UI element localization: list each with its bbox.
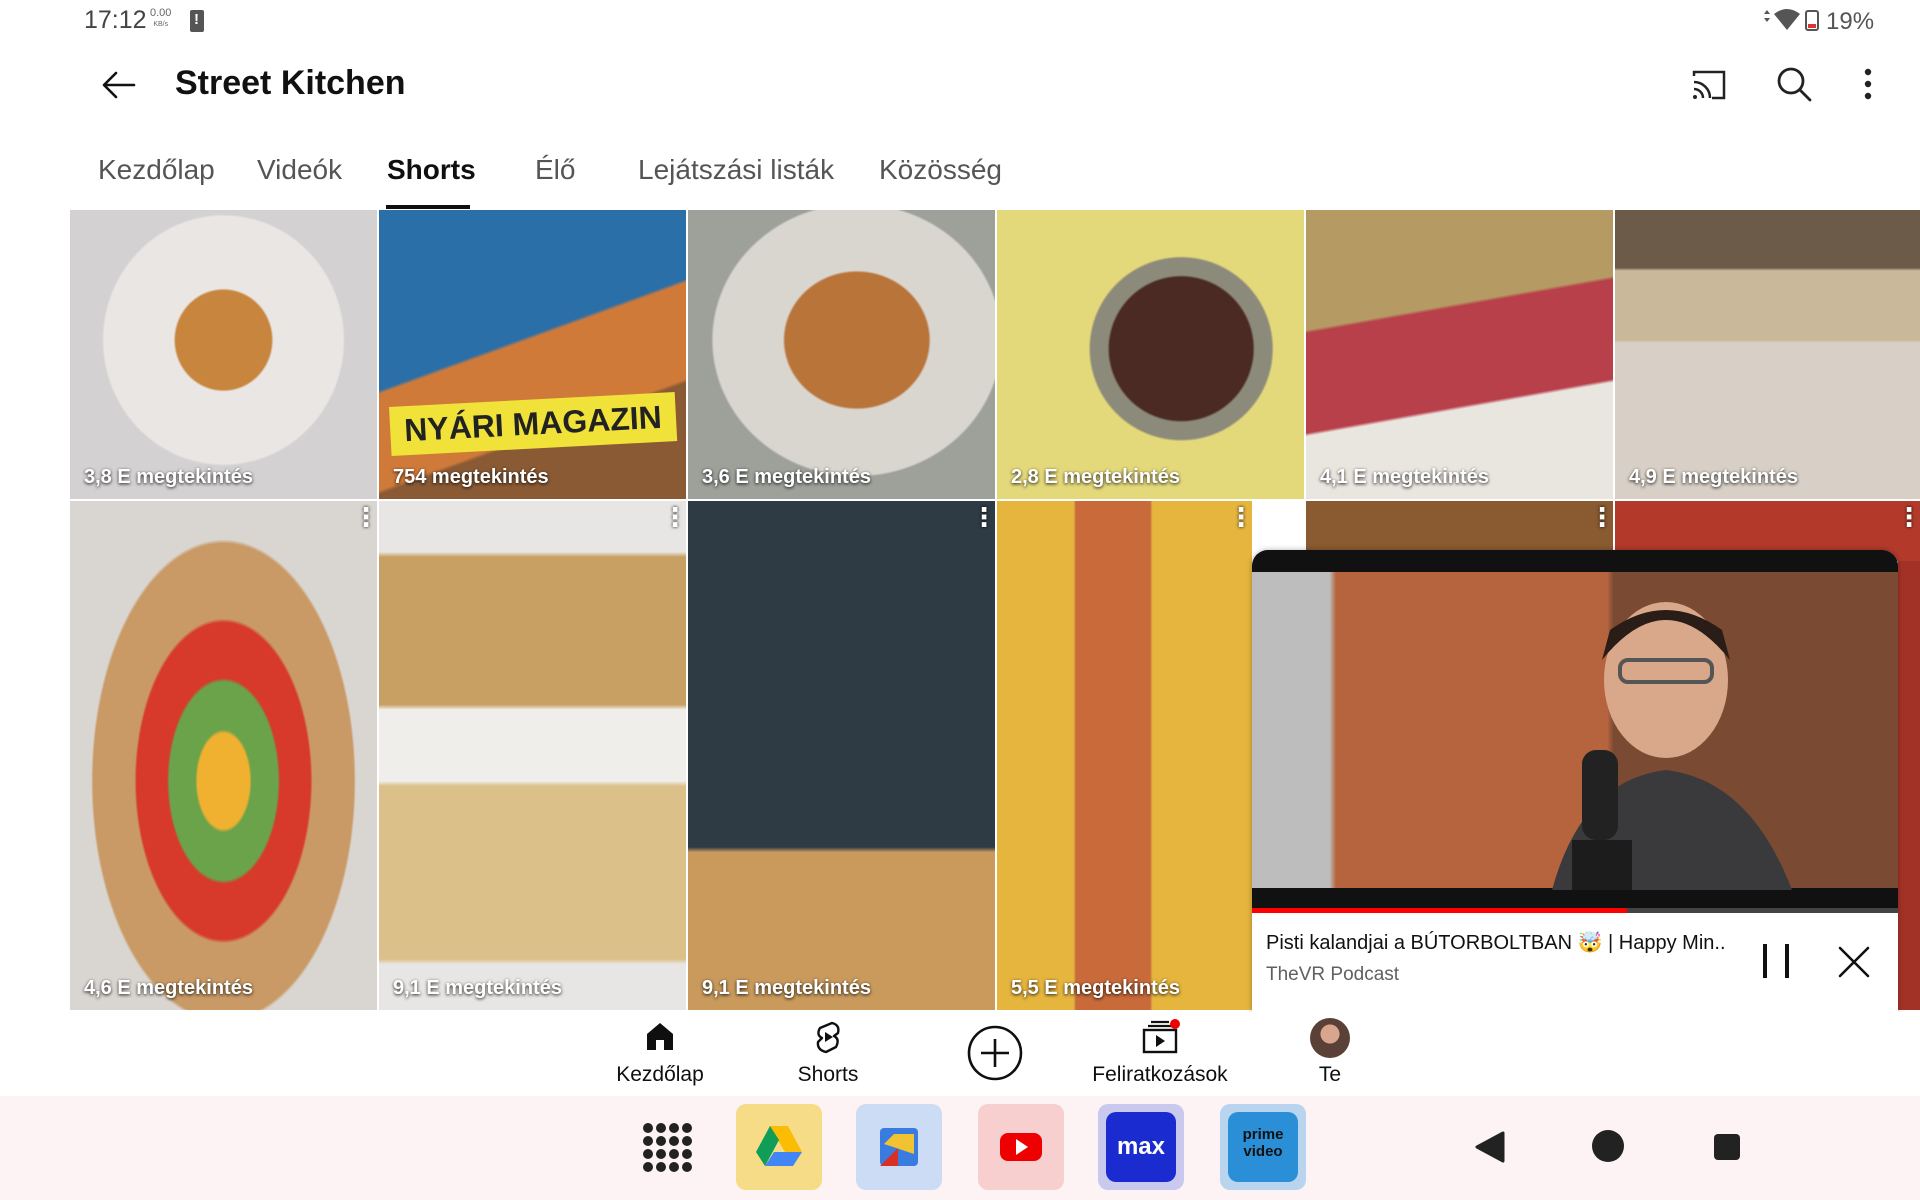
network-speed: 0.00 KB/s: [150, 8, 171, 30]
search-icon: [1777, 67, 1812, 102]
short-tile[interactable]: 4,9 E megtekintés: [1615, 210, 1920, 499]
tab-playlists[interactable]: Lejátszási listák: [638, 154, 834, 186]
short-more-icon[interactable]: ⋮: [1589, 504, 1613, 530]
triangle-back-icon: [1475, 1131, 1505, 1163]
android-taskbar: [0, 1096, 1920, 1200]
max-app[interactable]: max: [1098, 1104, 1184, 1190]
short-view-count: 3,8 E megtekintés: [84, 466, 253, 488]
short-overlay-text: NYÁRI MAGAZIN: [388, 391, 677, 456]
system-recents-icon[interactable]: [1714, 1134, 1740, 1160]
battery-percentage: 19%: [1826, 8, 1875, 35]
short-more-icon[interactable]: ⋮: [353, 504, 377, 530]
files-app[interactable]: [856, 1104, 942, 1190]
nav-create[interactable]: [966, 1012, 1026, 1096]
alert-icon: [190, 10, 204, 32]
create-icon: [967, 1025, 1023, 1081]
network-speed-unit: KB/s: [153, 21, 169, 28]
wifi-battery-icon: [1760, 8, 1822, 38]
subscriptions-icon: [1142, 1019, 1180, 1054]
short-tile[interactable]: 2,8 E megtekintés: [997, 210, 1304, 499]
status-bar: 17:12 0.00 KB/s 19%: [0, 0, 1920, 44]
short-more-icon[interactable]: ⋮: [1228, 504, 1252, 530]
nav-you[interactable]: Te: [1290, 1012, 1370, 1096]
back-button[interactable]: [96, 62, 142, 108]
miniplayer[interactable]: Pisti kalandjai a BÚTORBOLTBAN 🤯 | Happy…: [1252, 550, 1898, 1012]
app-drawer-button[interactable]: [642, 1122, 692, 1172]
app-grid-icon: [643, 1123, 692, 1172]
nav-home-label: Kezdőlap: [616, 1063, 704, 1086]
nav-shorts[interactable]: Shorts: [768, 1012, 888, 1096]
short-tile[interactable]: 3,6 E megtekintés: [688, 210, 995, 499]
short-view-count: 9,1 E megtekintés: [393, 977, 562, 999]
active-tab-indicator: [386, 205, 470, 209]
cast-button[interactable]: [1690, 66, 1728, 104]
cast-icon: [1692, 70, 1726, 100]
page-title: Street Kitchen: [175, 64, 406, 102]
prime-video-app[interactable]: prime video: [1220, 1104, 1306, 1190]
tab-shorts[interactable]: Shorts: [387, 154, 476, 186]
short-tile[interactable]: 4,1 E megtekintés: [1306, 210, 1613, 499]
more-vertical-icon: [1864, 68, 1872, 100]
short-view-count: 5,5 E megtekintés: [1011, 977, 1180, 999]
short-view-count: 4,6 E megtekintés: [84, 977, 253, 999]
nav-you-label: Te: [1318, 1063, 1342, 1086]
home-icon: [647, 1023, 673, 1050]
bottom-navigation: Kezdőlap Shorts Feliratkozások Te: [0, 1012, 1920, 1096]
short-view-count: 2,8 E megtekintés: [1011, 466, 1180, 488]
system-home-icon[interactable]: [1592, 1130, 1624, 1162]
short-tile[interactable]: 3,8 E megtekintés: [70, 210, 377, 499]
shorts-icon: [816, 1021, 840, 1054]
miniplayer-video[interactable]: [1252, 550, 1898, 910]
nav-subscriptions-label: Feliratkozások: [1092, 1063, 1228, 1086]
short-more-icon[interactable]: ⋮: [1896, 504, 1920, 530]
more-options-button[interactable]: [1856, 64, 1880, 104]
drive-icon: [756, 1126, 802, 1166]
files-icon: [880, 1128, 918, 1166]
prime-label: prime: [1242, 1126, 1284, 1143]
short-view-count: 4,1 E megtekintés: [1320, 466, 1489, 488]
nav-subscriptions[interactable]: Feliratkozások: [1090, 1012, 1230, 1096]
close-miniplayer-button[interactable]: [1834, 942, 1874, 982]
youtube-app[interactable]: [978, 1104, 1064, 1190]
short-tile[interactable]: ⋮ 9,1 E megtekintés: [688, 501, 995, 1010]
pause-icon: [1763, 944, 1789, 978]
short-view-count: 4,9 E megtekintés: [1629, 466, 1798, 488]
nav-shorts-label: Shorts: [797, 1063, 859, 1086]
prime-video-icon: prime video: [1228, 1112, 1298, 1182]
system-back-button[interactable]: [1474, 1130, 1506, 1164]
miniplayer-title[interactable]: Pisti kalandjai a BÚTORBOLTBAN 🤯 | Happy…: [1266, 930, 1726, 955]
short-tile: [1898, 561, 1920, 1010]
tab-videos[interactable]: Videók: [257, 154, 342, 186]
pause-button[interactable]: [1757, 940, 1795, 982]
short-more-icon[interactable]: ⋮: [971, 504, 995, 530]
short-tile[interactable]: ⋮ 4,6 E megtekintés: [70, 501, 377, 1010]
short-tile[interactable]: ⋮ 9,1 E megtekintés: [379, 501, 686, 1010]
short-view-count: 9,1 E megtekintés: [702, 977, 871, 999]
nav-home[interactable]: Kezdőlap: [600, 1012, 720, 1096]
avatar: [1310, 1018, 1350, 1058]
max-icon: max: [1106, 1112, 1176, 1182]
tab-home[interactable]: Kezdőlap: [98, 154, 215, 186]
drive-app[interactable]: [736, 1104, 822, 1190]
short-view-count: 754 megtekintés: [393, 466, 549, 488]
short-tile[interactable]: NYÁRI MAGAZIN 754 megtekintés: [379, 210, 686, 499]
tab-community[interactable]: Közösség: [879, 154, 1002, 186]
search-button[interactable]: [1774, 64, 1814, 104]
youtube-icon: [1000, 1133, 1042, 1161]
channel-tabs: Kezdőlap Videók Shorts Élő Lejátszási li…: [0, 140, 1920, 208]
close-icon: [1838, 946, 1870, 978]
video-frame-illustration: [1252, 550, 1898, 910]
network-speed-value: 0.00: [150, 7, 172, 19]
short-more-icon[interactable]: ⋮: [662, 504, 686, 530]
miniplayer-channel: TheVR Podcast: [1266, 964, 1400, 985]
video-label: video: [1243, 1143, 1283, 1160]
status-clock: 17:12: [84, 6, 147, 34]
tab-live[interactable]: Élő: [535, 154, 575, 186]
short-view-count: 3,6 E megtekintés: [702, 466, 871, 488]
short-tile[interactable]: ⋮ 5,5 E megtekintés: [997, 501, 1252, 1010]
arrow-left-icon: [102, 71, 136, 99]
miniplayer-progress-fill: [1252, 908, 1627, 913]
